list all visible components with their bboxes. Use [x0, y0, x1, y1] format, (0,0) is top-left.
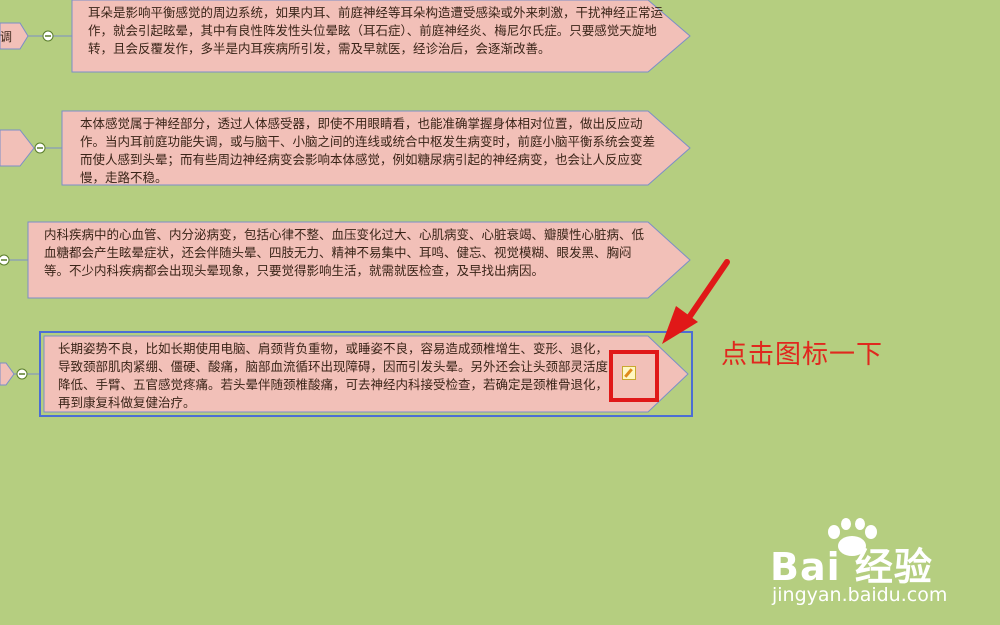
watermark-url: jingyan.baidu.com [772, 584, 948, 606]
topic-node-3-text: 内科疾病中的心血管、内分泌病变，包括心律不整、血压变化过大、心肌病变、心脏衰竭、… [44, 227, 645, 278]
collapse-minus-icon[interactable] [16, 368, 28, 380]
topic-node-1-text: 耳朵是影响平衡感觉的周边系统，如果内耳、前庭神经等耳朵构造遭受感染或外来刺激，干… [88, 5, 664, 56]
highlight-box [609, 350, 659, 402]
topic-node-2-text: 本体感觉属于神经部分，透过人体感受器，即使不用眼睛看，也能准确掌握身体相对位置，… [80, 116, 656, 185]
collapse-minus-icon[interactable] [0, 254, 10, 266]
topic-node-4-text: 长期姿势不良，比如长期使用电脑、肩颈背负重物，或睡姿不良，容易造成颈椎增生、变形… [58, 341, 609, 410]
watermark-brand: Bai 经验 [770, 545, 933, 589]
collapse-minus-icon[interactable] [42, 30, 54, 42]
instruction-annotation: 点击图标一下 [721, 340, 884, 370]
parent-node-label: 调 [0, 30, 13, 44]
collapse-minus-icon[interactable] [34, 142, 46, 154]
baidu-watermark: Bai 经验 jingyan.baidu.com [770, 518, 990, 608]
parent-node-partial[interactable] [0, 362, 15, 386]
parent-node-partial[interactable] [0, 129, 35, 167]
